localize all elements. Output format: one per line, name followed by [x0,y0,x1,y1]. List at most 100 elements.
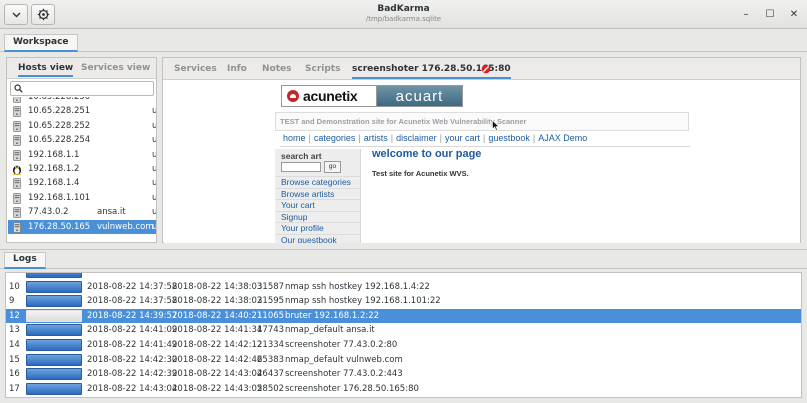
tab-services-view[interactable]: Services view [81,63,150,73]
close-button[interactable]: ✕ [787,7,801,21]
site-nav-link[interactable]: artists [361,133,391,143]
search-icon [14,84,23,93]
sidebar-link[interactable]: Our guestbook [275,233,361,243]
host-row[interactable]: 10.65.228.254 u [8,133,156,147]
sidebar-link[interactable]: Signup [275,210,361,223]
server-icon [13,97,21,103]
minimize-button[interactable]: – [739,7,753,21]
log-progress-bar [26,324,82,337]
host-search[interactable] [10,81,154,96]
site-nav-link[interactable]: guestbook [485,133,533,143]
server-icon [13,192,21,204]
details-tabs: Services Info Notes Scripts screenshoter… [163,58,800,80]
host-hostname: ansa.it [97,207,126,218]
site-nav-link[interactable]: home [280,133,309,143]
host-list[interactable]: 10.65.228.250 10.65.228.251 u 10.65.228.252… [8,97,156,243]
search-art-heading: search art [281,151,322,161]
tagline-box: TEST and Demonstration site for Acunetix… [275,112,689,131]
log-progress-bar [26,368,82,381]
host-row[interactable]: 10.65.228.250 [8,97,156,104]
host-row[interactable]: 176.28.50.165 vulnweb.com u [8,219,156,234]
log-progress-bar [26,353,82,366]
log-row[interactable]: 16 2018-08-22 14:42:39 2018-08-22 14:43:04… [6,367,801,382]
hosts-panel: Hosts view Services view 10.65.228.250 10… [6,57,157,243]
host-row[interactable]: 192.168.1.1 u [8,148,156,162]
tab-hosts-view[interactable]: Hosts view [18,63,74,77]
host-row[interactable]: 192.168.1.101 u [8,191,156,205]
host-row[interactable]: 192.168.1.2 u [8,162,156,176]
host-ip: 192.168.1.2 [28,163,80,174]
sidebar-link[interactable]: Your cart [275,199,361,211]
log-end-time: 2018-08-22 14:38:02 [172,296,263,307]
log-end-time: 2018-08-22 14:43:05 [172,383,263,394]
tab-scripts[interactable]: Scripts [305,64,340,74]
tab-services[interactable]: Services [174,64,217,74]
log-end-time: 2018-08-22 14:42:46 [172,354,263,365]
host-ip: 192.168.1.101 [28,192,91,203]
log-id: 13 [9,325,20,336]
header-bar: BadKarma /tmp/badkarma.sqlite – ☐ ✕ [0,0,807,29]
logo-left-text: acunetix [303,88,358,104]
search-art-input[interactable] [281,162,321,172]
sidebar-link[interactable]: Browse categories [275,176,361,188]
log-start-time: 2018-08-22 14:39:57 [87,310,178,321]
log-pid: 28502 [257,383,285,394]
close-tab-icon[interactable] [481,64,491,74]
host-search-input[interactable] [25,83,145,94]
log-progress-bar [26,273,82,278]
site-nav-link[interactable]: your cart [442,133,483,143]
host-row[interactable]: 10.65.228.252 u [8,119,156,133]
tab-notes[interactable]: Notes [262,64,291,74]
log-row[interactable]: 15 2018-08-22 14:42:30 2018-08-22 14:42:46… [6,353,801,368]
go-button[interactable]: go [324,161,341,173]
host-row[interactable]: 10.65.228.251 u [8,104,156,118]
log-command: screenshoter 176.28.50.165:80 [285,383,419,394]
server-icon [13,120,21,132]
log-start-time: 2018-08-22 14:41:49 [87,339,178,350]
log-progress-bar [26,382,82,395]
sidebar-link[interactable]: Browse artists [275,187,361,200]
details-panel: Services Info Notes Scripts screenshoter… [162,57,801,243]
tab-workspace[interactable]: Workspace [4,34,78,52]
site-nav-link[interactable]: categories [311,133,359,143]
host-hostname: vulnweb.com [97,221,154,232]
window-title: BadKarma [377,4,430,14]
tab-info[interactable]: Info [227,64,247,74]
server-icon [13,149,21,161]
log-row[interactable]: 12 2018-08-22 14:39:57 2018-08-22 14:40:21… [6,308,801,324]
log-pid: 26437 [257,369,285,380]
server-icon [13,221,21,233]
log-id: 17 [9,383,20,394]
log-pid: 11065 [257,310,285,321]
host-row[interactable]: 77.43.0.2 ansa.it u [8,205,156,219]
log-start-time: 2018-08-22 14:41:09 [87,325,178,336]
host-ip: 176.28.50.165 [28,221,91,232]
log-pid: 25383 [257,354,285,365]
log-row[interactable]: 13 2018-08-22 14:41:09 2018-08-22 14:41:34… [6,323,801,338]
log-list[interactable]: 10 2018-08-22 14:37:58 2018-08-22 14:38:03… [5,272,802,398]
host-row[interactable]: 192.168.1.4 u [8,176,156,190]
log-row[interactable]: 14 2018-08-22 14:41:49 2018-08-22 14:42:12… [6,338,801,353]
log-id: 12 [9,310,20,321]
host-extra: u [152,149,156,160]
site-nav-link[interactable]: disclaimer [393,133,440,143]
log-row[interactable] [6,273,801,280]
sidebar-link[interactable]: Your profile [275,222,361,234]
host-extra: u [152,192,156,203]
log-command: nmap_default vulnweb.com [285,354,403,365]
host-extra: u [152,178,156,189]
log-start-time: 2018-08-22 14:42:39 [87,369,178,380]
workspace-tabbar: Workspace [0,30,807,52]
log-start-time: 2018-08-22 14:42:30 [87,354,178,365]
host-ip: 10.65.228.250 [28,97,91,102]
log-row[interactable]: 17 2018-08-22 14:43:04 2018-08-22 14:43:05… [6,382,801,397]
log-id: 14 [9,339,20,350]
log-row[interactable]: 10 2018-08-22 14:37:58 2018-08-22 14:38:03… [6,280,801,295]
maximize-button[interactable]: ☐ [763,7,777,21]
host-extra: u [152,106,156,117]
log-progress-bar [26,309,82,322]
site-nav-link[interactable]: AJAX Demo [535,133,590,143]
log-start-time: 2018-08-22 14:37:58 [87,296,178,307]
tab-logs[interactable]: Logs [4,252,46,269]
log-row[interactable]: 9 2018-08-22 14:37:58 2018-08-22 14:38:02 3… [6,294,801,309]
